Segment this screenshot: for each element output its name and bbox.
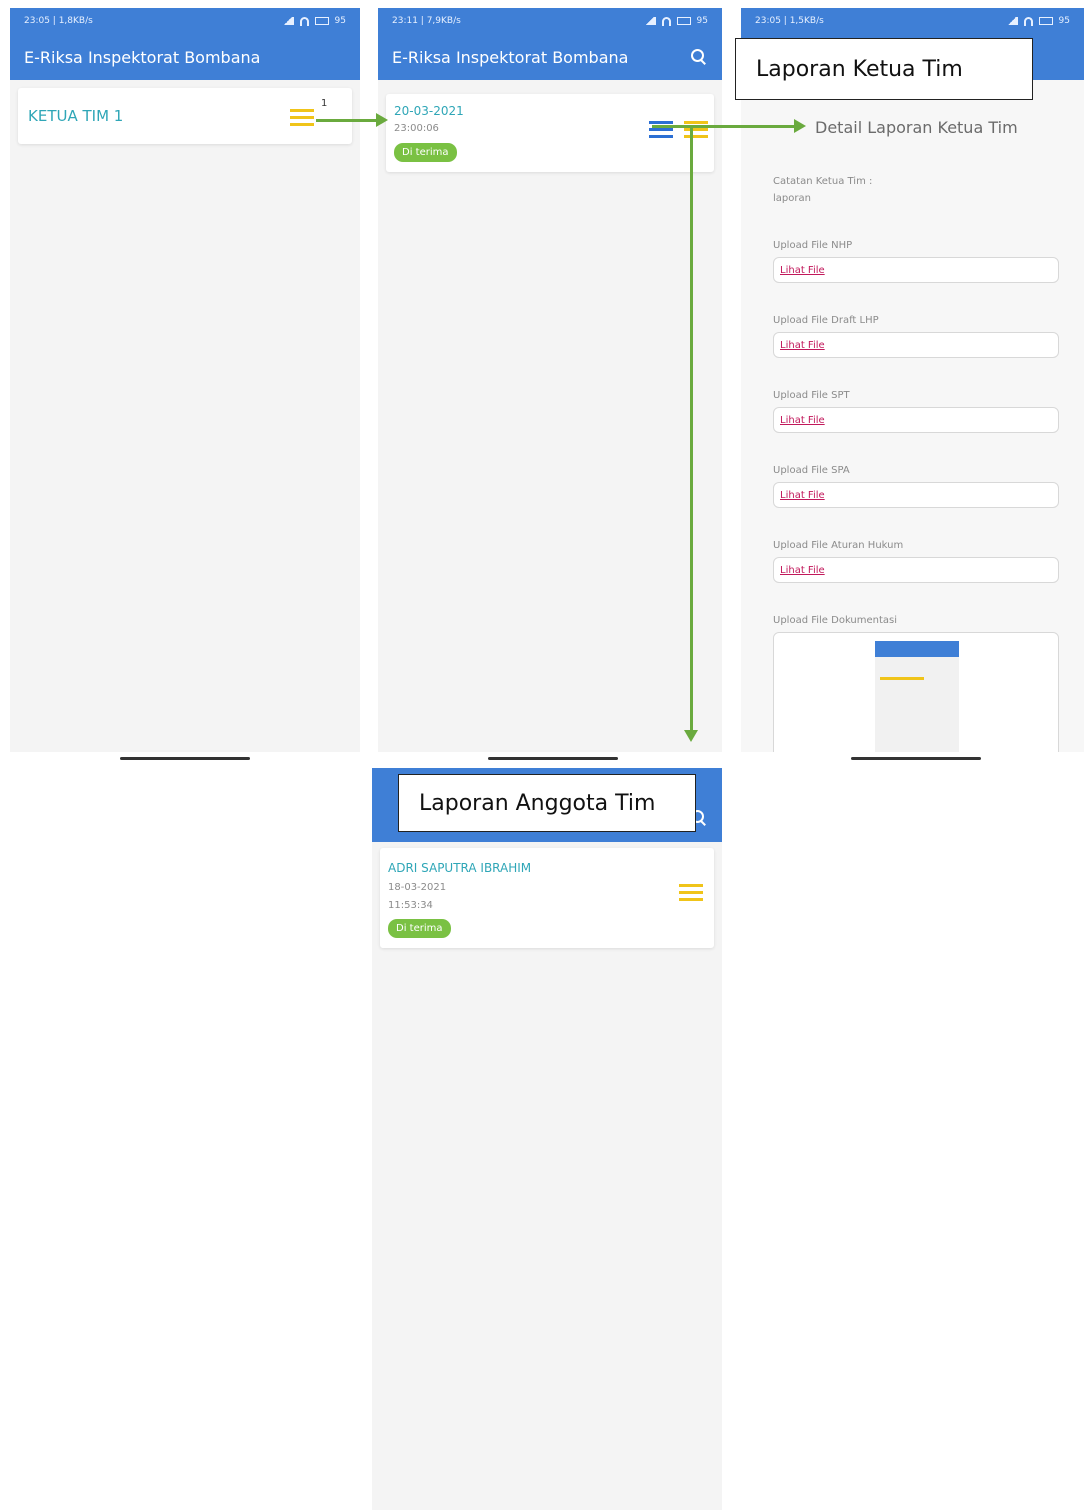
report-time: 23:00:06 xyxy=(394,123,439,134)
field-aturan-hukum: Lihat File xyxy=(773,557,1059,583)
note-label: Catatan Ketua Tim : xyxy=(773,176,873,187)
note-value: laporan xyxy=(773,193,811,204)
status-bar: 23:05 | 1,8KB/s 95 xyxy=(10,8,360,34)
battery-icon xyxy=(314,17,329,25)
screen-report-list: 23:11 | 7,9KB/s 95 E-Riksa Inspektorat B… xyxy=(378,8,722,752)
search-icon[interactable] xyxy=(690,48,708,66)
app-title: E-Riksa Inspektorat Bombana xyxy=(24,47,261,67)
field-label-nhp: Upload File NHP xyxy=(773,240,853,251)
detail-form: Catatan Ketua Tim : laporan Upload File … xyxy=(773,176,1059,752)
list-icon[interactable] xyxy=(290,109,314,127)
view-file-link-nhp[interactable]: Lihat File xyxy=(780,265,825,276)
status-bar: 23:05 | 1,5KB/s 95 xyxy=(741,8,1084,34)
status-time: 23:05 | 1,5KB/s xyxy=(755,16,824,26)
view-file-link-aturan-hukum[interactable]: Lihat File xyxy=(780,565,825,576)
app-bar: E-Riksa Inspektorat Bombana xyxy=(10,34,360,80)
list-icon[interactable] xyxy=(679,884,703,902)
detail-header: Detail Laporan Ketua Tim xyxy=(815,118,1018,137)
field-nhp: Lihat File xyxy=(773,257,1059,283)
wifi-icon xyxy=(299,16,309,26)
home-indicator xyxy=(488,757,618,760)
field-label-dokumentasi: Upload File Dokumentasi xyxy=(773,615,898,626)
field-spa: Lihat File xyxy=(773,482,1059,508)
field-label-aturan-hukum: Upload File Aturan Hukum xyxy=(773,540,904,551)
screen-member-report: ADRI SAPUTRA IBRAHIM 18-03-2021 11:53:34… xyxy=(372,768,722,1510)
flow-arrow-2 xyxy=(652,125,796,128)
signal-icon xyxy=(281,17,294,25)
battery-level: 95 xyxy=(1058,16,1070,26)
callout-team-lead-report: Laporan Ketua Tim xyxy=(735,38,1033,100)
member-report-icon[interactable] xyxy=(684,121,708,139)
wifi-icon xyxy=(1023,16,1033,26)
view-file-link-spt[interactable]: Lihat File xyxy=(780,415,825,426)
screen-team-lead-detail: 23:05 | 1,5KB/s 95 Detail Laporan Ketua … xyxy=(741,8,1084,752)
flow-arrow-1-head xyxy=(376,113,388,127)
app-bar: E-Riksa Inspektorat Bombana xyxy=(378,34,722,80)
view-file-link-spa[interactable]: Lihat File xyxy=(780,490,825,501)
status-badge: Di terima xyxy=(388,919,451,938)
member-report-date: 18-03-2021 xyxy=(388,882,447,893)
field-label-spa: Upload File SPA xyxy=(773,465,850,476)
wifi-icon xyxy=(661,16,671,26)
report-date: 20-03-2021 xyxy=(394,104,464,118)
member-report-time: 11:53:34 xyxy=(388,900,433,911)
flow-arrow-3 xyxy=(690,128,693,732)
signal-icon xyxy=(643,17,656,25)
field-label-spt: Upload File SPT xyxy=(773,390,850,401)
status-bar: 23:11 | 7,9KB/s 95 xyxy=(378,8,722,34)
report-count: 1 xyxy=(321,98,328,109)
home-indicator xyxy=(120,757,250,760)
status-badge: Di terima xyxy=(394,143,457,162)
battery-icon xyxy=(1038,17,1053,25)
view-file-link-draft-lhp[interactable]: Lihat File xyxy=(780,340,825,351)
field-spt: Lihat File xyxy=(773,407,1059,433)
member-report-card[interactable]: ADRI SAPUTRA IBRAHIM 18-03-2021 11:53:34… xyxy=(380,848,714,948)
status-time: 23:11 | 7,9KB/s xyxy=(392,16,461,26)
top-caption-strip xyxy=(0,0,1084,8)
signal-icon xyxy=(1005,17,1018,25)
field-draft-lhp: Lihat File xyxy=(773,332,1059,358)
report-card[interactable]: 20-03-2021 23:00:06 Di terima xyxy=(386,94,714,172)
field-label-draft-lhp: Upload File Draft LHP xyxy=(773,315,879,326)
status-time: 23:05 | 1,8KB/s xyxy=(24,16,93,26)
battery-level: 95 xyxy=(334,16,346,26)
flow-arrow-3-head xyxy=(684,730,698,742)
flow-arrow-2-head xyxy=(794,119,806,133)
member-name: ADRI SAPUTRA IBRAHIM xyxy=(388,861,532,875)
screen-team-list: 23:05 | 1,8KB/s 95 E-Riksa Inspektorat B… xyxy=(10,8,360,752)
documentation-preview[interactable] xyxy=(773,632,1059,752)
app-title: E-Riksa Inspektorat Bombana xyxy=(392,47,629,67)
team-card[interactable]: KETUA TIM 1 1 xyxy=(18,88,352,144)
home-indicator xyxy=(851,757,981,760)
flow-arrow-1 xyxy=(316,119,378,122)
callout-member-report: Laporan Anggota Tim xyxy=(398,774,696,832)
team-lead-report-icon[interactable] xyxy=(649,121,673,139)
battery-icon xyxy=(676,17,691,25)
team-name: KETUA TIM 1 xyxy=(28,107,124,125)
battery-level: 95 xyxy=(696,16,708,26)
preview-thumbnail xyxy=(875,641,959,752)
